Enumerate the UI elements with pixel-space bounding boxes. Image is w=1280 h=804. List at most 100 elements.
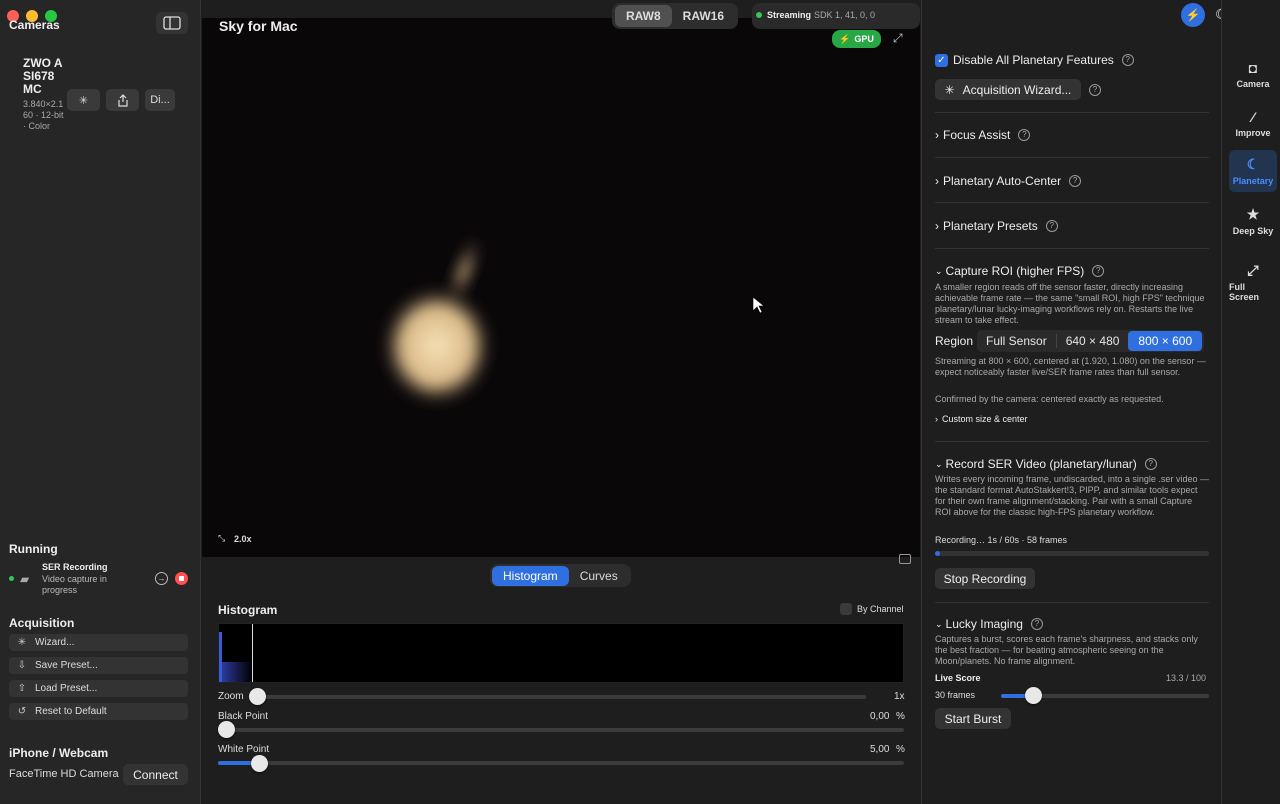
ser-header[interactable]: ⌄ Record SER Video (planetary/lunar)?: [935, 457, 1157, 471]
help-icon[interactable]: ?: [1018, 129, 1031, 141]
tab-planetary[interactable]: ☾ Planetary: [1229, 150, 1277, 192]
performance-button[interactable]: ⚡: [1181, 3, 1205, 27]
help-icon[interactable]: ?: [1045, 220, 1058, 232]
tab-curves[interactable]: Curves: [569, 566, 629, 586]
ser-progress-text: Recording… 1s / 60s · 58 frames: [935, 535, 1068, 545]
custom-size-label: Custom size & center: [942, 414, 1028, 424]
help-icon[interactable]: ?: [1121, 54, 1134, 66]
by-channel-checkbox[interactable]: [840, 603, 852, 615]
bolt-icon: ⚡: [1185, 8, 1201, 22]
histogram-panel: [202, 566, 920, 804]
white-point-knob[interactable]: [251, 755, 268, 772]
reset-icon: ↺: [17, 706, 27, 717]
tab-histogram[interactable]: Histogram: [492, 565, 569, 586]
save-icon: ⇩: [17, 660, 27, 671]
tab-full-screen[interactable]: ⤢ Full Screen: [1229, 261, 1277, 303]
help-icon[interactable]: ?: [1069, 175, 1082, 187]
camera-share-button[interactable]: [106, 89, 139, 111]
chevron-down-icon: ⌄: [935, 265, 943, 276]
star-icon: ★: [1246, 206, 1260, 222]
region-640x480[interactable]: 640 × 480: [1055, 334, 1129, 348]
auto-center-header[interactable]: › Planetary Auto-Center?: [935, 174, 1082, 188]
live-score-label: Live Score: [935, 673, 981, 683]
camera-settings-button[interactable]: ✳: [67, 89, 100, 111]
zoom-slider-knob[interactable]: [249, 688, 266, 705]
share-icon: [117, 93, 128, 107]
chevron-right-icon: ›: [935, 414, 938, 424]
black-point-slider[interactable]: [218, 728, 904, 732]
stop-task-button[interactable]: [175, 572, 188, 585]
roi-confirmation: Confirmed by the camera: centered exactl…: [935, 394, 1164, 404]
roi-header[interactable]: ⌄ Capture ROI (higher FPS)?: [935, 264, 1105, 278]
tab-improve[interactable]: ⁄ Improve: [1229, 102, 1277, 144]
custom-size-toggle[interactable]: › Custom size & center: [935, 414, 1028, 424]
cameras-title: Cameras: [9, 18, 60, 32]
histogram-title: Histogram: [218, 603, 278, 617]
histogram-data: [222, 662, 252, 682]
region-800x600[interactable]: 800 × 600: [1128, 331, 1203, 351]
stop-recording-button[interactable]: Stop Recording: [935, 568, 1035, 589]
black-point-value: 0,00: [870, 711, 890, 722]
region-full-sensor[interactable]: Full Sensor: [977, 334, 1056, 348]
lucky-description: Captures a burst, scores each frame's sh…: [935, 634, 1198, 666]
running-task-title: SER Recording: [42, 562, 108, 572]
black-point-unit: %: [896, 711, 905, 722]
ser-title: Record SER Video (planetary/lunar): [945, 457, 1137, 471]
reset-default-button[interactable]: ↺ Reset to Default: [9, 703, 188, 720]
presets-header[interactable]: › Planetary Presets?: [935, 219, 1058, 233]
frames-slider-knob[interactable]: [1025, 687, 1042, 704]
black-point-knob[interactable]: [218, 721, 235, 738]
toggle-sidebar-button[interactable]: [156, 12, 188, 34]
app-title: Sky for Mac: [219, 18, 298, 34]
acquisition-wizard-label: Acquisition Wizard...: [962, 82, 1072, 97]
mouse-pointer-icon: [752, 296, 765, 314]
planet-image: [379, 231, 765, 408]
tab-camera[interactable]: ◘ Camera: [1229, 53, 1277, 95]
running-indicator: [9, 576, 14, 581]
white-point-label: White Point: [218, 744, 270, 755]
help-icon[interactable]: ?: [1092, 265, 1105, 277]
roi-status: Streaming at 800 × 600, centered at (1.9…: [935, 356, 1206, 377]
zoom-value: 1x: [894, 691, 905, 702]
histogram-tabs: Histogram Curves: [490, 564, 631, 587]
tab-full-screen-label: Full Screen: [1229, 282, 1260, 302]
start-burst-button[interactable]: Start Burst: [935, 708, 1011, 729]
tab-improve-label: Improve: [1235, 127, 1271, 138]
frames-label: 30 frames: [935, 690, 976, 700]
disable-all-checkbox[interactable]: ✓: [935, 54, 948, 67]
shrink-icon[interactable]: ⤡: [218, 533, 225, 544]
live-view[interactable]: [202, 18, 920, 557]
connect-button[interactable]: Connect: [123, 764, 188, 785]
ser-description: Writes every incoming frame, undiscarded…: [935, 474, 1209, 517]
camera-disconnect-button[interactable]: Di...: [145, 89, 175, 111]
white-point-slider[interactable]: [218, 761, 904, 765]
acquisition-wizard-button[interactable]: ✳ Acquisition Wizard...: [935, 79, 1081, 100]
help-icon[interactable]: ?: [1089, 84, 1101, 96]
help-icon[interactable]: ?: [1144, 458, 1157, 470]
focus-assist-header[interactable]: › Focus Assist?: [935, 128, 1031, 142]
lucky-header[interactable]: ⌄ Lucky Imaging?: [935, 617, 1043, 631]
sparkle-icon: ✳: [17, 637, 27, 648]
magic-wand-icon: ⁄: [1251, 108, 1255, 125]
moon-icon: ☾: [1246, 156, 1260, 172]
zoom-slider[interactable]: [250, 695, 866, 699]
divider: [935, 157, 1209, 158]
save-preset-button[interactable]: ⇩ Save Preset...: [9, 657, 188, 674]
white-point-marker: [252, 624, 253, 682]
expand-icon[interactable]: ⤢: [893, 31, 903, 46]
reveal-task-button[interactable]: →: [155, 572, 168, 585]
chevron-down-icon: ⌄: [935, 458, 943, 469]
tab-deep-sky[interactable]: ★ Deep Sky: [1229, 200, 1277, 242]
webcam-title: iPhone / Webcam: [9, 746, 109, 760]
ser-progress-bar: [935, 551, 1209, 556]
stop-icon: [179, 576, 184, 581]
gpu-badge[interactable]: ⚡ GPU: [832, 30, 881, 48]
sdk-version: SDK 1, 41, 0, 0: [814, 10, 876, 20]
help-icon[interactable]: ?: [1030, 618, 1043, 630]
wizard-button[interactable]: ✳ Wizard...: [9, 634, 188, 651]
divider: [935, 112, 1209, 113]
format-raw8[interactable]: RAW8: [615, 5, 672, 27]
load-preset-button[interactable]: ⇧ Load Preset...: [9, 680, 188, 697]
format-raw16[interactable]: RAW16: [672, 5, 735, 27]
fit-view-icon[interactable]: [899, 554, 911, 564]
